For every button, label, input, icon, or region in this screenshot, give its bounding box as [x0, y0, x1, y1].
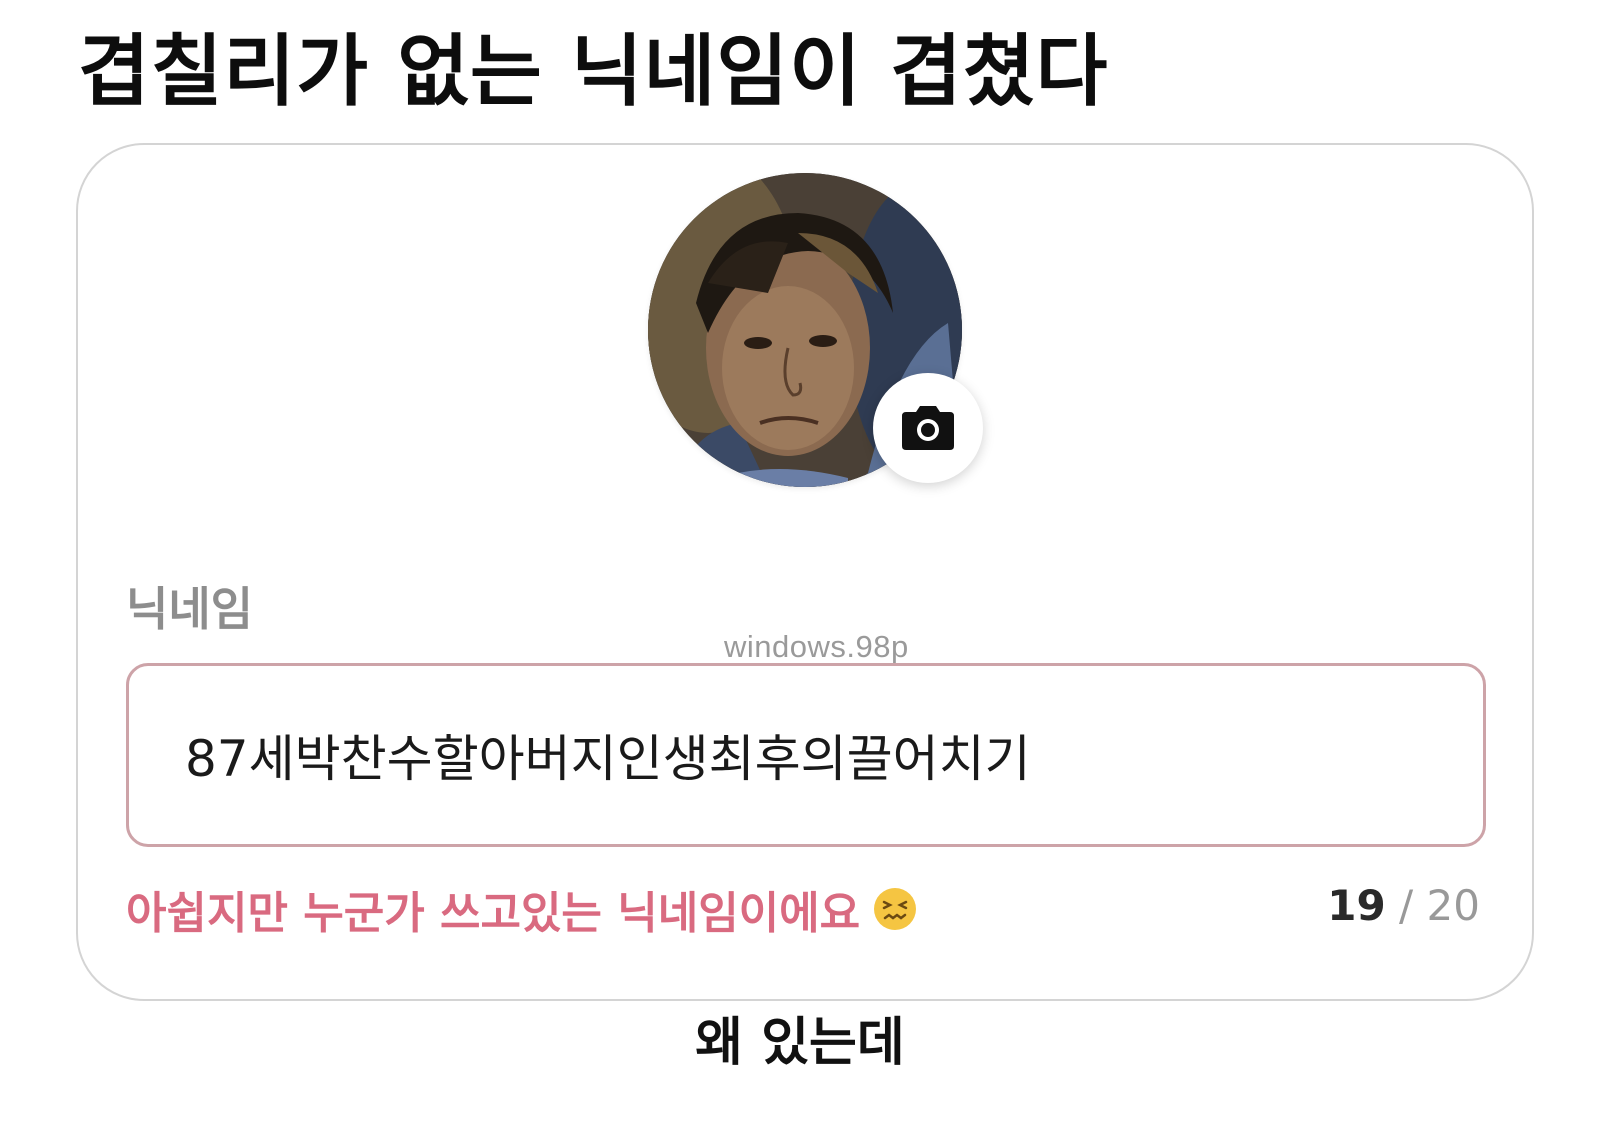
character-counter: 19 / 20 — [1327, 881, 1480, 930]
headline: 겹칠리가 없는 닉네임이 겹쳤다 — [78, 27, 1109, 117]
character-count: 19 — [1327, 881, 1386, 930]
watermark: windows.98p — [724, 629, 909, 664]
nickname-input[interactable]: 87세박찬수할아버지인생최후의끌어치기 — [126, 663, 1486, 847]
confounded-face-emoji-icon — [874, 888, 917, 930]
character-separator: / — [1385, 881, 1427, 930]
caption: 왜 있는데 — [695, 1013, 905, 1073]
nickname-field-label: 닉네임 — [126, 582, 253, 636]
camera-icon — [902, 406, 954, 450]
profile-edit-card: 닉네임 windows.98p 87세박찬수할아버지인생최후의끌어치기 아쉽지만… — [76, 143, 1534, 1001]
nickname-error-message: 아쉽지만 누군가 쓰고있는 닉네임이에요 — [126, 877, 918, 941]
error-message-text: 아쉽지만 누군가 쓰고있는 닉네임이에요 — [126, 888, 861, 939]
meme-page: 겹칠리가 없는 닉네임이 겹쳤다 닉네임 windows.98p 87세박찬수할… — [0, 0, 1600, 1123]
avatar-section — [648, 173, 983, 487]
character-max: 20 — [1426, 881, 1480, 930]
nickname-input-value: 87세박찬수할아버지인생최후의끌어치기 — [185, 730, 1031, 788]
change-photo-button[interactable] — [873, 373, 983, 483]
